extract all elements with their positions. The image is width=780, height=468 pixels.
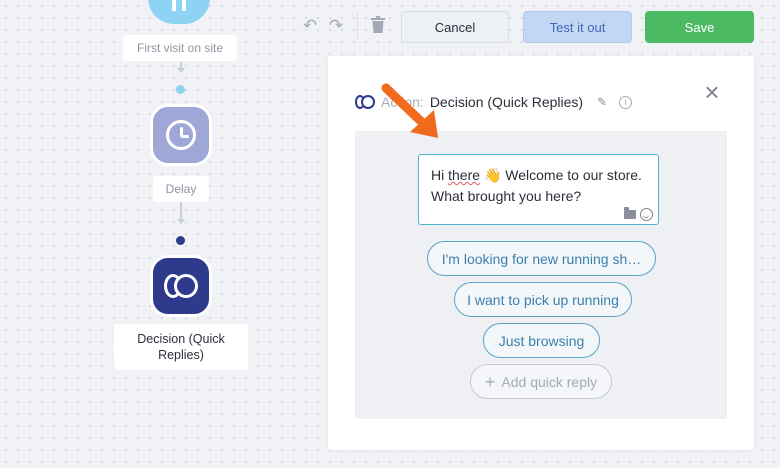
- misspelled-word: there: [448, 167, 481, 183]
- connector-dot: [176, 85, 185, 94]
- decision-node-label: Decision (Quick Replies): [114, 324, 248, 370]
- toolbar-divider: [357, 13, 358, 39]
- delay-node-label: Delay: [153, 176, 209, 202]
- quick-reply-button[interactable]: I want to pick up running: [454, 282, 632, 317]
- action-name: Decision (Quick Replies): [429, 94, 584, 110]
- add-quick-reply-label: Add quick reply: [501, 373, 598, 390]
- connector-line: [180, 202, 182, 220]
- add-quick-reply-button[interactable]: + Add quick reply: [470, 364, 612, 399]
- bubble-tools: [624, 207, 653, 221]
- quick-replies-icon: [355, 95, 375, 109]
- quick-reply-button[interactable]: I'm looking for new running sh…: [427, 241, 656, 276]
- cancel-button[interactable]: Cancel: [401, 11, 509, 43]
- undo-icon[interactable]: ↶: [300, 16, 320, 36]
- pencil-icon[interactable]: ✎: [597, 95, 607, 109]
- quick-reply-button[interactable]: Just browsing: [483, 323, 600, 358]
- connector-arrow: [177, 219, 185, 224]
- wave-emoji: 👋: [483, 167, 502, 183]
- info-icon[interactable]: i: [619, 95, 633, 109]
- redo-icon[interactable]: ↷: [326, 16, 346, 36]
- chat-preview: Hi there 👋 Welcome to our store. What br…: [355, 131, 727, 419]
- test-it-out-button[interactable]: Test it out: [523, 11, 632, 43]
- message-text: Hi there 👋 Welcome to our store. What br…: [431, 167, 642, 204]
- quick-replies-icon: [164, 274, 198, 298]
- connector-dot: [176, 236, 185, 245]
- plus-icon: +: [484, 371, 496, 392]
- save-button[interactable]: Save: [645, 11, 754, 43]
- trigger-node-label: First visit on site: [123, 35, 237, 61]
- emoji-icon[interactable]: [640, 208, 653, 221]
- message-editor[interactable]: Hi there 👋 Welcome to our store. What br…: [418, 154, 659, 225]
- arrow-down-right-icon: [381, 83, 438, 138]
- pause-icon: [172, 0, 186, 11]
- decision-node[interactable]: [150, 255, 212, 317]
- folder-icon[interactable]: [624, 207, 636, 219]
- connector-arrow: [177, 68, 185, 73]
- close-icon[interactable]: ×: [700, 79, 724, 105]
- clock-icon: [166, 120, 196, 150]
- trash-icon[interactable]: [368, 16, 388, 38]
- delay-node[interactable]: [150, 104, 212, 166]
- trigger-node[interactable]: [148, 0, 210, 24]
